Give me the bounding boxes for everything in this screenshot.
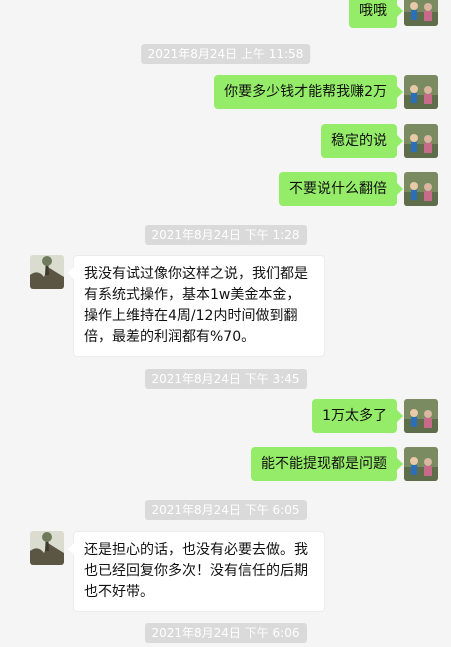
my-avatar-image [404, 447, 438, 481]
my-avatar-image [404, 75, 438, 109]
my-avatar[interactable] [404, 399, 438, 433]
contact-avatar[interactable] [30, 531, 64, 565]
timestamp: 2021年8月24日 下午 1:28 [144, 225, 307, 245]
contact-message-bubble[interactable]: 还是担心的话，也没有必要去做。我也已经回复你多次！没有信任的后期也不好带。 [68, 531, 325, 612]
my-avatar[interactable] [404, 124, 438, 158]
my-avatar[interactable] [404, 172, 438, 206]
timestamp: 2021年8月24日 下午 3:45 [144, 369, 307, 389]
my-message-bubble[interactable]: 稳定的说 [321, 124, 403, 158]
contact-avatar-image [30, 255, 64, 289]
my-avatar[interactable] [404, 75, 438, 109]
my-avatar-image [404, 399, 438, 433]
timestamp: 2021年8月24日 上午 11:58 [140, 44, 311, 64]
contact-avatar-image [30, 531, 64, 565]
my-message-bubble[interactable]: 不要说什么翻倍 [279, 172, 403, 206]
my-avatar[interactable] [404, 447, 438, 481]
my-avatar-image [404, 124, 438, 158]
my-avatar-image [404, 172, 438, 206]
my-message-bubble[interactable]: 你要多少钱才能帮我赚2万 [214, 75, 403, 109]
chat-window: 哦哦 2021年8月24日 上午 11:58 你要多少钱才能帮我赚2万 稳定的说 [0, 0, 451, 647]
timestamp: 2021年8月24日 下午 6:06 [144, 623, 307, 643]
my-avatar[interactable] [404, 0, 438, 26]
my-message-bubble[interactable]: 能不能提现都是问题 [251, 447, 403, 481]
my-message-bubble[interactable]: 1万太多了 [312, 399, 403, 433]
contact-message-bubble[interactable]: 我没有试过像你这样之说，我们都是有系统式操作，基本1w美金本金，操作上维持在4周… [68, 255, 325, 357]
timestamp: 2021年8月24日 下午 6:05 [144, 500, 307, 520]
contact-avatar[interactable] [30, 255, 64, 289]
my-avatar-image [404, 0, 438, 26]
my-message-bubble[interactable]: 哦哦 [349, 0, 403, 28]
